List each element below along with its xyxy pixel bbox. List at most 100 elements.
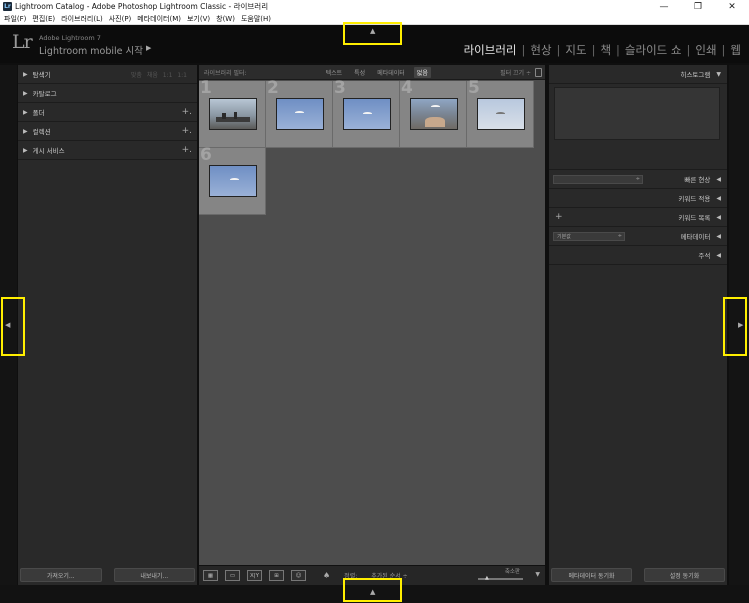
export-button[interactable]: 내보내기... xyxy=(113,568,195,582)
folders-label: 폴더 xyxy=(32,109,45,117)
import-button[interactable]: 가져오기... xyxy=(20,568,102,582)
menu-help[interactable]: 도움말(H) xyxy=(241,14,271,24)
lock-icon[interactable] xyxy=(535,68,542,77)
right-panel: 히스토그램 ▼ ÷ 빠른 현상 ◀ 키워드 적용 ◀ + 키워드 목록 ◀ 기본… xyxy=(549,65,727,585)
top-panel-toggle[interactable]: ▲ xyxy=(343,22,402,45)
right-panel-toggle[interactable]: ▶ xyxy=(723,297,747,356)
cell-index: 4 xyxy=(401,78,413,98)
expand-arrow-icon: ◀ xyxy=(716,213,721,221)
up-arrow-icon: ▲ xyxy=(370,588,376,596)
left-panel-toggle[interactable]: ◀ xyxy=(1,297,25,356)
toolbar-menu-arrow[interactable]: ▼ xyxy=(535,571,540,578)
publish-services-panel-header[interactable]: ▶ 게시 서비스 +. xyxy=(18,141,197,160)
survey-view-icon[interactable]: ⊞ xyxy=(269,570,284,581)
module-separator: | xyxy=(556,43,561,57)
grid-cell[interactable]: 1 xyxy=(199,78,266,148)
navigator-zoom-options[interactable]: 맞춤 채움 1:1 1:1 xyxy=(131,70,187,79)
grid-cell[interactable]: 6 xyxy=(199,145,266,215)
add-folder-icon[interactable]: +. xyxy=(182,107,192,117)
photo-thumbnail[interactable] xyxy=(343,98,391,130)
menu-edit[interactable]: 편집(E) xyxy=(32,14,55,24)
collections-label: 컬렉션 xyxy=(32,128,51,136)
photo-thumbnail[interactable] xyxy=(209,165,257,197)
filter-text-tab[interactable]: 텍스트 xyxy=(323,67,346,78)
menu-library[interactable]: 라이브러리(L) xyxy=(61,14,103,24)
module-library[interactable]: 라이브러리 xyxy=(464,42,517,58)
folders-panel-header[interactable]: ▶ 폴더 +. xyxy=(18,103,197,122)
saved-preset-dropdown[interactable]: ÷ xyxy=(553,175,643,184)
filter-off-dropdown[interactable]: 필터 끄기 ÷ xyxy=(500,68,531,77)
menu-file[interactable]: 파일(F) xyxy=(4,14,26,24)
module-map[interactable]: 지도 xyxy=(565,42,586,58)
grid-cell[interactable]: 3 xyxy=(333,78,400,148)
module-web[interactable]: 웹 xyxy=(730,42,741,58)
window-controls: — ❐ ✕ xyxy=(647,0,749,13)
histogram-area xyxy=(549,84,727,170)
metadata-preset-value: 기본값 xyxy=(557,234,571,240)
metadata-preset-dropdown[interactable]: 기본값 ÷ xyxy=(553,232,625,241)
maximize-button[interactable]: ❐ xyxy=(681,0,715,13)
add-keyword-icon[interactable]: + xyxy=(555,212,563,222)
cell-index: 1 xyxy=(200,78,212,98)
grid-cell[interactable]: 2 xyxy=(266,78,333,148)
collections-panel-header[interactable]: ▶ 컬렉션 +. xyxy=(18,122,197,141)
grid-view-icon[interactable]: ▦ xyxy=(203,570,218,581)
library-filter-bar: 라이브러리 필터: 텍스트 특성 메타데이터 없음 필터 끄기 ÷ xyxy=(199,65,545,80)
photo-thumbnail[interactable] xyxy=(410,98,458,130)
publish-services-label: 게시 서비스 xyxy=(32,147,65,155)
menu-view[interactable]: 보기(V) xyxy=(187,14,210,24)
sync-settings-button[interactable]: 설정 동기화 xyxy=(644,568,725,582)
module-book[interactable]: 책 xyxy=(600,42,611,58)
loupe-view-icon[interactable]: ▭ xyxy=(225,570,240,581)
slider-knob-icon[interactable]: ▲ xyxy=(485,575,489,581)
compare-view-icon[interactable]: X|Y xyxy=(247,570,262,581)
comments-panel-header[interactable]: 주석 ◀ xyxy=(549,246,727,265)
metadata-panel-header[interactable]: 기본값 ÷ 메타데이터 ◀ xyxy=(549,227,727,246)
grid-cell[interactable]: 4 xyxy=(400,78,467,148)
filter-none-tab[interactable]: 없음 xyxy=(413,66,431,78)
histogram-panel-header[interactable]: 히스토그램 ▼ xyxy=(549,65,727,84)
people-view-icon[interactable]: ☺ xyxy=(291,570,306,581)
play-arrow-icon[interactable]: ▶ xyxy=(146,44,151,52)
photo-thumbnail[interactable] xyxy=(209,98,257,130)
photo-thumbnail[interactable] xyxy=(276,98,324,130)
cell-index: 5 xyxy=(468,78,480,98)
module-develop[interactable]: 현상 xyxy=(530,42,551,58)
cell-index: 2 xyxy=(267,78,279,98)
menu-metadata[interactable]: 메타데이터(M) xyxy=(137,14,181,24)
left-arrow-icon: ◀ xyxy=(5,321,11,329)
module-slideshow[interactable]: 슬라이드 쇼 xyxy=(625,42,682,58)
window-title-bar: Lr Lightroom Catalog - Adobe Photoshop L… xyxy=(0,0,749,13)
painter-icon[interactable]: ♠ xyxy=(323,571,330,580)
collapse-arrow-icon: ▼ xyxy=(716,70,721,78)
metadata-label: 메타데이터 xyxy=(680,233,711,241)
cell-index: 3 xyxy=(334,78,346,98)
menu-photo[interactable]: 사진(P) xyxy=(109,14,132,24)
add-publish-service-icon[interactable]: +. xyxy=(182,145,192,155)
lightroom-mobile-start[interactable]: Lightroom mobile 시작 xyxy=(39,43,143,57)
filter-attribute-tab[interactable]: 특성 xyxy=(351,67,368,78)
minimize-button[interactable]: — xyxy=(647,0,681,13)
lightroom-app-icon: Lr xyxy=(3,2,12,11)
thumbnail-size-slider[interactable]: ▲ xyxy=(478,575,523,581)
expand-arrow-icon: ◀ xyxy=(716,194,721,202)
menu-window[interactable]: 창(W) xyxy=(216,14,235,24)
filter-metadata-tab[interactable]: 메타데이터 xyxy=(374,67,408,78)
module-print[interactable]: 인쇄 xyxy=(695,42,716,58)
right-arrow-icon: ▶ xyxy=(738,321,744,329)
module-picker: 라이브러리 | 현상 | 지도 | 책 | 슬라이드 쇼 | 인쇄 | 웹 xyxy=(464,42,741,58)
photo-thumbnail[interactable] xyxy=(477,98,525,130)
bottom-panel-toggle[interactable]: ▲ xyxy=(343,578,402,602)
catalog-panel-header[interactable]: ▶ 카탈로그 xyxy=(18,84,197,103)
sync-metadata-button[interactable]: 메타데이터 동기화 xyxy=(551,568,632,582)
close-button[interactable]: ✕ xyxy=(715,0,749,13)
expand-caret-icon: ▶ xyxy=(23,108,28,116)
product-version: Adobe Lightroom 7 xyxy=(39,34,101,42)
quick-develop-panel-header[interactable]: ÷ 빠른 현상 ◀ xyxy=(549,170,727,189)
grid-cell[interactable]: 5 xyxy=(467,78,534,148)
keywording-panel-header[interactable]: 키워드 적용 ◀ xyxy=(549,189,727,208)
library-filter-label: 라이브러리 필터: xyxy=(204,69,247,77)
navigator-panel-header[interactable]: ▶ 탐색기 맞춤 채움 1:1 1:1 xyxy=(18,65,197,84)
add-collection-icon[interactable]: +. xyxy=(182,126,192,136)
keyword-list-panel-header[interactable]: + 키워드 목록 ◀ xyxy=(549,208,727,227)
